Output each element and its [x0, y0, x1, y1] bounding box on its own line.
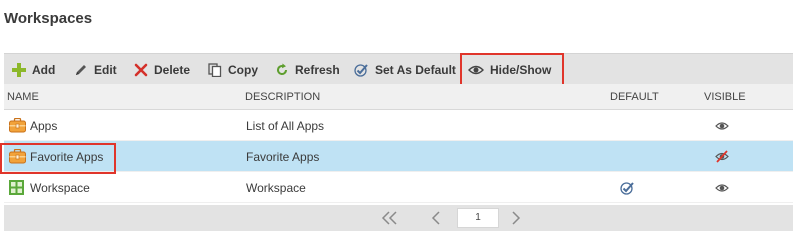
- edit-label: Edit: [94, 62, 117, 77]
- hide-show-highlight: [460, 53, 564, 86]
- delete-icon: [134, 63, 148, 76]
- column-header-visible[interactable]: VISIBLE: [704, 91, 746, 103]
- pager: 1: [4, 205, 793, 231]
- refresh-button[interactable]: Refresh: [275, 54, 340, 85]
- table-row[interactable]: Favorite Apps Favorite Apps: [4, 141, 793, 172]
- add-button[interactable]: Add: [12, 54, 55, 85]
- eye-icon: [715, 183, 729, 192]
- default-cell[interactable]: [620, 172, 635, 203]
- page-title: Workspaces: [4, 10, 93, 27]
- row-name: Workspace: [30, 180, 90, 195]
- grid-icon: [9, 180, 24, 195]
- name-cell: Workspace: [9, 172, 90, 203]
- double-chevron-left-icon: [381, 211, 397, 225]
- eye-off-icon: [715, 150, 729, 163]
- add-label: Add: [32, 62, 56, 77]
- edit-button[interactable]: Edit: [74, 54, 117, 85]
- description-cell: List of All Apps: [246, 118, 325, 133]
- column-header-name[interactable]: NAME: [7, 91, 39, 103]
- copy-button[interactable]: Copy: [208, 54, 258, 85]
- first-page-button[interactable]: [378, 205, 402, 231]
- description-cell: Workspace: [246, 180, 306, 195]
- default-check-icon: [620, 181, 634, 195]
- chevron-left-icon: [431, 211, 440, 225]
- pencil-icon: [76, 64, 86, 75]
- set-as-default-button[interactable]: Set As Default: [354, 54, 456, 85]
- column-header-description[interactable]: DESCRIPTION: [245, 91, 320, 103]
- visible-cell[interactable]: [715, 141, 729, 172]
- refresh-icon: [277, 63, 287, 75]
- delete-label: Delete: [154, 62, 191, 77]
- toolbar: Add Edit Delete Copy Refresh Set As Defa…: [4, 53, 793, 86]
- visible-cell[interactable]: [715, 172, 729, 203]
- table-header: NAME DESCRIPTION DEFAULT VISIBLE: [4, 84, 793, 110]
- copy-label: Copy: [228, 62, 258, 77]
- name-cell: Apps: [9, 110, 57, 141]
- favorite-apps-highlight: [0, 143, 116, 174]
- column-header-default[interactable]: DEFAULT: [610, 91, 659, 103]
- delete-button[interactable]: Delete: [134, 54, 190, 85]
- next-page-button[interactable]: [507, 205, 525, 231]
- badge-check-icon: [354, 63, 368, 77]
- briefcase-icon: [9, 118, 26, 133]
- visible-cell[interactable]: [715, 110, 729, 141]
- table-row[interactable]: Workspace Workspace: [4, 172, 793, 203]
- eye-icon: [715, 121, 729, 130]
- page-number-input[interactable]: 1: [457, 208, 499, 228]
- table-row[interactable]: Apps List of All Apps: [4, 110, 793, 141]
- previous-page-button[interactable]: [427, 205, 445, 231]
- row-name: Apps: [30, 118, 58, 133]
- chevron-right-icon: [512, 211, 521, 225]
- set-as-default-label: Set As Default: [375, 62, 456, 77]
- copy-icon: [208, 62, 222, 77]
- refresh-label: Refresh: [295, 62, 340, 77]
- plus-icon: [12, 62, 26, 77]
- description-cell: Favorite Apps: [246, 149, 320, 164]
